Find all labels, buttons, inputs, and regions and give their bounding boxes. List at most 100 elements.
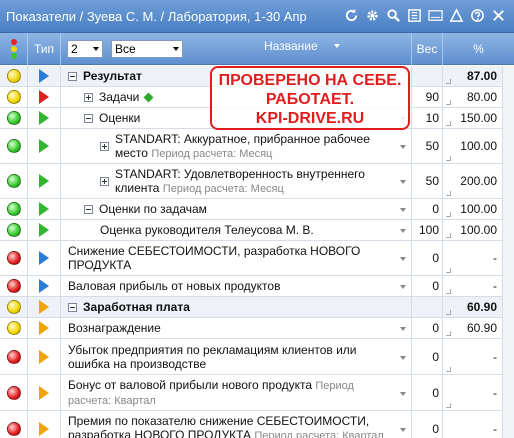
csv-icon[interactable] [426,6,445,25]
collapse-icon[interactable] [84,204,93,214]
row-menu-chevron-icon[interactable] [400,145,406,149]
cell-corner-icon [446,367,451,372]
status-light-icon [6,202,21,216]
type-arrow-icon[interactable] [39,251,49,265]
row-menu-chevron-icon[interactable] [400,208,406,212]
table-row[interactable]: Вознаграждение 0 60.90 [0,318,514,339]
type-arrow-icon[interactable] [39,421,49,436]
collapse-icon[interactable] [68,302,77,312]
table-row[interactable]: Убыток предприятия по рекламациям клиент… [0,339,514,375]
type-arrow-icon[interactable] [39,69,49,83]
status-cell [0,241,28,275]
percent-cell[interactable]: - [443,276,502,296]
indicator-name[interactable]: Бонус от валовой прибыли нового продукта… [68,378,393,408]
weight-cell: 0 [412,318,443,338]
row-menu-chevron-icon[interactable] [400,257,406,261]
row-menu-chevron-icon[interactable] [400,229,406,233]
type-cell [28,199,61,219]
percent-cell[interactable]: 60.90 [443,318,502,338]
type-arrow-icon[interactable] [39,111,49,125]
percent-cell[interactable]: - [443,375,502,410]
row-menu-chevron-icon[interactable] [400,391,406,396]
indicator-name[interactable]: Результат [83,69,142,83]
cell-corner-icon [446,79,451,84]
level-select[interactable]: 2 [67,40,103,58]
vertical-scrollbar[interactable] [502,66,514,438]
table-row[interactable]: Заработная плата 60.90 [0,297,514,318]
table-row[interactable]: Снижение СЕБЕСТОИМОСТИ, разработка НОВОГ… [0,241,514,276]
header-type[interactable]: Тип [28,33,61,65]
type-arrow-icon[interactable] [39,202,49,216]
collapse-icon[interactable] [68,71,77,81]
type-arrow-icon[interactable] [39,349,49,364]
header-name[interactable]: Название [264,39,318,53]
status-cell [0,297,28,317]
percent-value: 150.00 [460,111,497,125]
row-menu-chevron-icon[interactable] [400,355,406,360]
indicator-name[interactable]: Снижение СЕБЕСТОИМОСТИ, разработка НОВОГ… [68,244,393,272]
filter-select[interactable]: Все [111,40,183,58]
close-icon[interactable] [489,6,508,25]
expand-icon[interactable] [100,176,109,186]
type-arrow-icon[interactable] [39,321,49,335]
search-icon[interactable] [384,6,403,25]
row-menu-chevron-icon[interactable] [400,327,406,331]
user-icon[interactable] [447,6,466,25]
status-light-icon [6,385,21,400]
percent-cell[interactable]: - [443,411,502,438]
indicator-name[interactable]: Убыток предприятия по рекламациям клиент… [68,343,393,371]
indicator-name[interactable]: Премия по показателю снижение СЕБЕСТОИМО… [68,414,393,438]
table-row[interactable]: STANDART: Удовлетворенность внутреннего … [0,164,514,199]
indicator-name[interactable]: Оценки по задачам [99,202,207,216]
row-menu-chevron-icon[interactable] [400,427,406,432]
percent-cell[interactable]: 100.00 [443,199,502,219]
indicator-name[interactable]: Задачи [99,90,139,104]
type-arrow-icon[interactable] [39,139,49,153]
type-arrow-icon[interactable] [39,385,49,400]
expand-icon[interactable] [100,141,109,151]
row-menu-chevron-icon[interactable] [400,180,406,184]
table-row[interactable]: Оценка руководителя Телеусова М. В. 100 10… [0,220,514,241]
status-cell [0,66,28,86]
name-cell: Бонус от валовой прибыли нового продукта… [61,375,412,410]
sort-chevron-icon[interactable] [334,44,340,48]
percent-cell[interactable]: - [443,241,502,275]
indicator-name[interactable]: STANDART: Удовлетворенность внутреннего … [115,167,393,196]
row-menu-chevron-icon[interactable] [400,285,406,289]
table-row[interactable]: Валовая прибыль от новых продуктов 0 - [0,276,514,297]
stamp-line: ПРОВЕРЕНО НА СЕБЕ. [218,72,402,89]
table-row[interactable]: STANDART: Аккуратное, прибранное рабочее… [0,129,514,164]
indicator-name[interactable]: Оценка руководителя Телеусова М. В. [100,223,314,237]
indicator-name[interactable]: Вознаграждение [68,321,161,335]
indicator-name[interactable]: Заработная плата [83,300,190,314]
status-light-icon [6,90,21,104]
header-weight[interactable]: Вес [412,33,443,65]
percent-cell[interactable]: 100.00 [443,129,502,163]
table-row[interactable]: Бонус от валовой прибыли нового продукта… [0,375,514,411]
table-row[interactable]: Премия по показателю снижение СЕБЕСТОИМО… [0,411,514,438]
percent-cell[interactable]: 87.00 [443,66,502,86]
indicator-name[interactable]: STANDART: Аккуратное, прибранное рабочее… [115,132,393,161]
list-icon[interactable] [405,6,424,25]
percent-cell[interactable]: 80.00 [443,87,502,107]
indicator-name[interactable]: Оценки [99,111,140,125]
type-arrow-icon[interactable] [39,279,49,293]
help-icon[interactable] [468,6,487,25]
refresh-icon[interactable] [342,6,361,25]
type-arrow-icon[interactable] [39,174,49,188]
header-percent[interactable]: % [443,33,514,65]
indicator-name[interactable]: Валовая прибыль от новых продуктов [68,279,280,293]
percent-cell[interactable]: - [443,339,502,374]
percent-cell[interactable]: 200.00 [443,164,502,198]
collapse-icon[interactable] [84,113,93,123]
settings-icon[interactable] [363,6,382,25]
percent-cell[interactable]: 100.00 [443,220,502,240]
type-arrow-icon[interactable] [39,223,49,237]
table-row[interactable]: Оценки по задачам 0 100.00 [0,199,514,220]
percent-value: 100.00 [460,139,497,153]
type-arrow-icon[interactable] [39,300,49,314]
type-arrow-icon[interactable] [39,90,49,104]
percent-cell[interactable]: 150.00 [443,108,502,128]
percent-cell[interactable]: 60.90 [443,297,502,317]
expand-icon[interactable] [84,92,93,102]
